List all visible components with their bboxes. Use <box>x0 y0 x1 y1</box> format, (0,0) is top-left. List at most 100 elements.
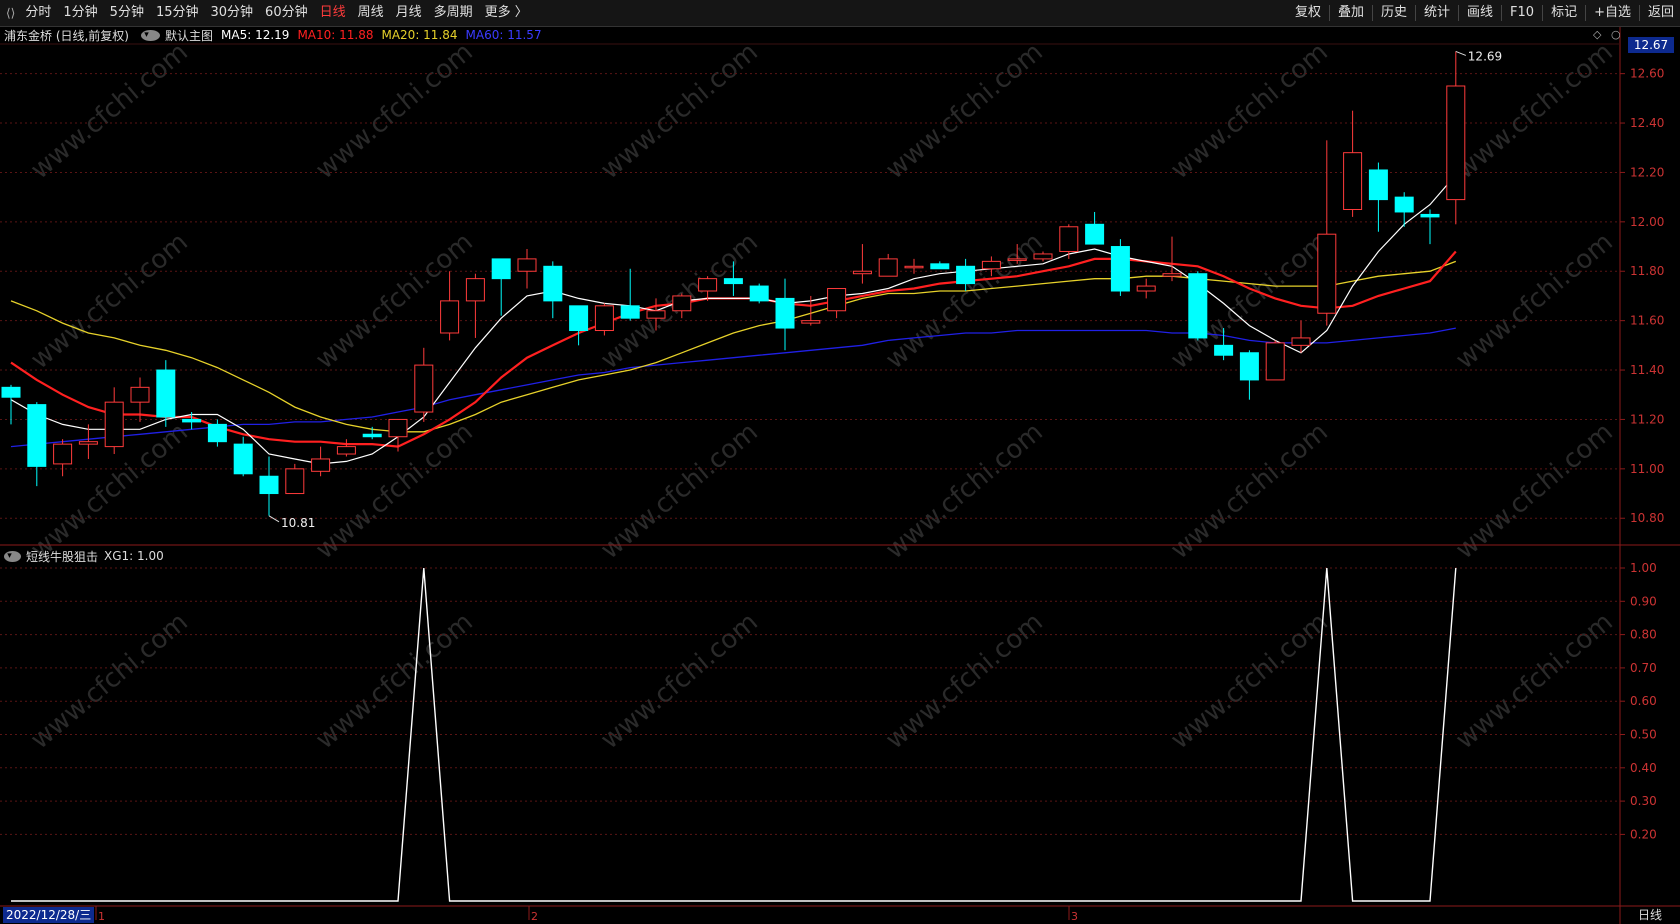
period-tab-7[interactable]: 周线 <box>352 0 390 26</box>
tool-button-6[interactable]: 标记 <box>1545 0 1583 26</box>
watermark-text: www.cfchi.com <box>1165 417 1334 565</box>
price-tick-label: 12.00 <box>1630 215 1664 229</box>
candle-body-down <box>156 369 176 418</box>
tool-button-2[interactable]: 历史 <box>1375 0 1413 26</box>
tool-button-8[interactable]: 返回 <box>1642 0 1680 26</box>
diamond-icon[interactable]: ◇ <box>1593 28 1601 41</box>
candle-body-up <box>130 386 150 403</box>
candle-body-up <box>517 258 537 272</box>
period-tab-1[interactable]: 1分钟 <box>57 0 103 26</box>
candle-body-up <box>285 468 305 495</box>
period-tab-6[interactable]: 日线 <box>314 0 352 26</box>
back-chevron-icon[interactable]: ⟨⟩ <box>0 6 19 20</box>
candle-body-up <box>801 320 821 324</box>
high-pointer <box>1455 50 1466 56</box>
candle-body-up <box>878 258 898 277</box>
tool-button-3[interactable]: 统计 <box>1418 0 1456 26</box>
indicator-name[interactable]: 短线牛股狙击 <box>26 548 104 565</box>
tool-button-1[interactable]: 叠加 <box>1332 0 1370 26</box>
kline-chart[interactable]: www.cfchi.com www.cfchi.com www.cfchi.com w… <box>0 0 1680 924</box>
tool-separator <box>1501 5 1503 21</box>
candle-body-up <box>1317 233 1337 314</box>
period-label[interactable]: 日线 <box>1638 907 1662 923</box>
candle-body-up <box>1265 342 1285 381</box>
frame-layer <box>0 26 1680 924</box>
watermark-text: www.cfchi.com <box>25 37 194 185</box>
candle-body-up <box>904 265 924 269</box>
watermark-text: www.cfchi.com <box>1165 37 1334 185</box>
ma60-value: MA60: 11.57 <box>465 28 542 42</box>
watermark-text: www.cfchi.com <box>1165 607 1334 755</box>
candle-body-up <box>1033 253 1053 260</box>
price-tick-label: 11.80 <box>1630 264 1664 278</box>
tool-separator <box>1458 5 1460 21</box>
template-name[interactable]: 默认主图 <box>165 27 221 44</box>
period-tab-10[interactable]: 更多 〉 <box>479 0 534 26</box>
tool-separator <box>1371 5 1373 21</box>
candle-body-down <box>956 265 976 285</box>
tool-button-0[interactable]: 复权 <box>1289 0 1327 26</box>
watermark-text: www.cfchi.com <box>1450 417 1619 565</box>
template-dropdown-icon[interactable]: ▾ <box>141 29 160 41</box>
period-tab-9[interactable]: 多周期 <box>428 0 479 26</box>
period-tab-0[interactable]: 分时 <box>19 0 57 26</box>
tool-separator <box>1638 5 1640 21</box>
tool-separator <box>1542 5 1544 21</box>
xg1-value: XG1: 1.00 <box>104 549 164 563</box>
sub-tick-label: 0.80 <box>1630 628 1657 642</box>
watermark-text: www.cfchi.com <box>25 227 194 375</box>
sub-tick-label: 0.90 <box>1630 594 1657 608</box>
candle-body-down <box>723 278 743 285</box>
last-price-tag: 12.67 <box>1628 37 1674 53</box>
month-label: 3 <box>1071 910 1078 923</box>
candle-body-down <box>1188 273 1208 339</box>
tool-button-4[interactable]: 画线 <box>1461 0 1499 26</box>
tool-button-7[interactable]: +自选 <box>1588 0 1637 26</box>
candle-body-down <box>569 305 589 332</box>
axis-labels-layer: 10.8011.0011.2011.4011.6011.8012.0012.20… <box>98 67 1664 923</box>
candle-body-down <box>775 297 795 329</box>
sub-tick-label: 0.30 <box>1630 794 1657 808</box>
candle-body-down <box>259 475 279 495</box>
watermark-text: www.cfchi.com <box>595 417 764 565</box>
date-label: 2022/12/28/三 <box>3 907 95 923</box>
candle-body-up <box>440 300 460 334</box>
period-tab-5[interactable]: 60分钟 <box>259 0 314 26</box>
period-tab-4[interactable]: 30分钟 <box>205 0 260 26</box>
main-chart-info-bar: 浦东金桥 (日线,前复权) ▾ 默认主图 MA5: 12.19 MA10: 11… <box>0 26 550 44</box>
period-tab-2[interactable]: 5分钟 <box>104 0 150 26</box>
indicator-dropdown-icon[interactable]: ▾ <box>4 550 21 562</box>
period-tab-8[interactable]: 月线 <box>390 0 428 26</box>
watermark-text: www.cfchi.com <box>880 227 1049 375</box>
watermark-text: www.cfchi.com <box>310 37 479 185</box>
tool-separator <box>1585 5 1587 21</box>
candle-body-down <box>233 443 253 475</box>
watermark-text: www.cfchi.com <box>1450 607 1619 755</box>
period-tab-3[interactable]: 15分钟 <box>150 0 205 26</box>
stock-title[interactable]: 浦东金桥 (日线,前复权) <box>0 27 137 44</box>
high-price-label: 12.69 <box>1468 49 1502 63</box>
period-tabs: ⟨⟩ 分时 1分钟 5分钟 15分钟 30分钟 60分钟 日线 周线 月线 多周期 更多 〉 <box>0 0 534 26</box>
candle-body-up <box>981 260 1001 270</box>
candle-body-down <box>1420 213 1440 218</box>
sub-tick-label: 0.20 <box>1630 827 1657 841</box>
candle-body-up <box>672 295 692 312</box>
candle-body-up <box>698 278 718 292</box>
candle-body-up <box>1291 337 1311 346</box>
sub-tick-label: 0.70 <box>1630 661 1657 675</box>
candle-body-up <box>78 441 98 445</box>
watermark-text: www.cfchi.com <box>1450 227 1619 375</box>
tool-button-5[interactable]: F10 <box>1504 0 1540 26</box>
tool-separator <box>1328 5 1330 21</box>
candle-body-up <box>852 270 872 275</box>
candle-body-up <box>594 305 614 332</box>
candle-body-up <box>1446 85 1466 201</box>
candle-body-up <box>1343 152 1363 210</box>
watermark-text: www.cfchi.com <box>880 417 1049 565</box>
candle-body-up <box>827 288 847 312</box>
sub-tick-label: 0.40 <box>1630 761 1657 775</box>
candle-body-down <box>620 305 640 319</box>
coin-icon[interactable]: ○ <box>1611 28 1621 41</box>
ma20-value: MA20: 11.84 <box>381 28 458 42</box>
candle-body-down <box>1394 196 1414 213</box>
